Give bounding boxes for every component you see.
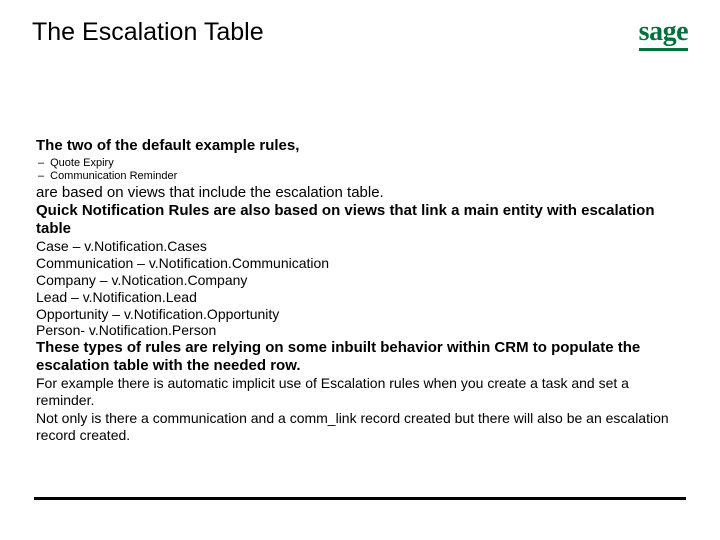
list-item: Quote Expiry [36, 157, 684, 170]
mapping-row: Person- v.Notification.Person [36, 322, 684, 339]
body-paragraph: Not only is there a communication and a … [36, 410, 684, 444]
body-paragraph: For example there is automatic implicit … [36, 375, 684, 409]
intro-heading: The two of the default example rules, [36, 137, 684, 155]
slide-body: The two of the default example rules, Qu… [0, 137, 720, 443]
mapping-row: Lead – v.Notification.Lead [36, 289, 684, 306]
brand-logo-underline [639, 48, 688, 51]
brand-logo-text: sage [639, 18, 688, 46]
page-title: The Escalation Table [32, 18, 264, 47]
mapping-row: Case – v.Notification.Cases [36, 238, 684, 255]
mapping-row: Communication – v.Notification.Communica… [36, 255, 684, 272]
rely-heading: These types of rules are relying on some… [36, 339, 684, 375]
quick-rules-heading: Quick Notification Rules are also based … [36, 202, 684, 238]
example-rules-list: Quote Expiry Communication Reminder [36, 157, 684, 183]
mapping-row: Company – v.Notication.Company [36, 272, 684, 289]
mapping-row: Opportunity – v.Notification.Opportunity [36, 306, 684, 323]
list-item: Communication Reminder [36, 170, 684, 183]
footer-divider [34, 497, 686, 500]
body-text: are based on views that include the esca… [36, 184, 684, 202]
brand-logo: sage [639, 18, 688, 51]
